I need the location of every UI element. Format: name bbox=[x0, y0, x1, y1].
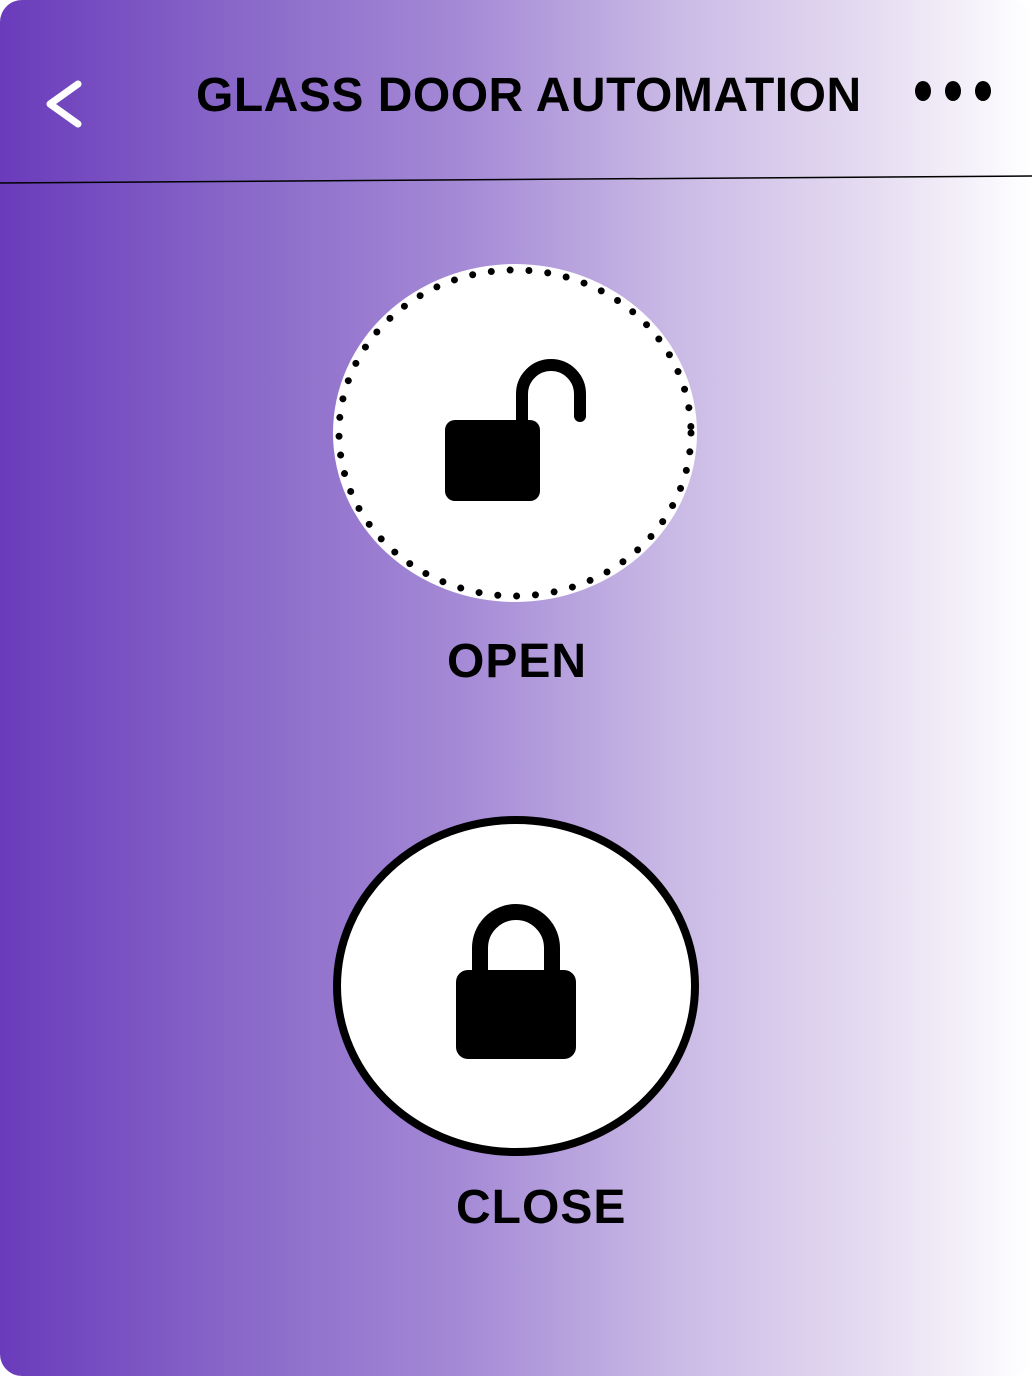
header-divider bbox=[0, 175, 1032, 184]
close-label: CLOSE bbox=[456, 1181, 627, 1234]
open-label: OPEN bbox=[447, 635, 588, 688]
app-screen: GLASS DOOR AUTOMATION OPEN CLOSE bbox=[0, 0, 1032, 1376]
open-door-button[interactable] bbox=[332, 262, 698, 604]
open-button-circle bbox=[333, 264, 697, 602]
close-button-circle bbox=[333, 816, 699, 1156]
close-door-button[interactable] bbox=[332, 814, 700, 1158]
